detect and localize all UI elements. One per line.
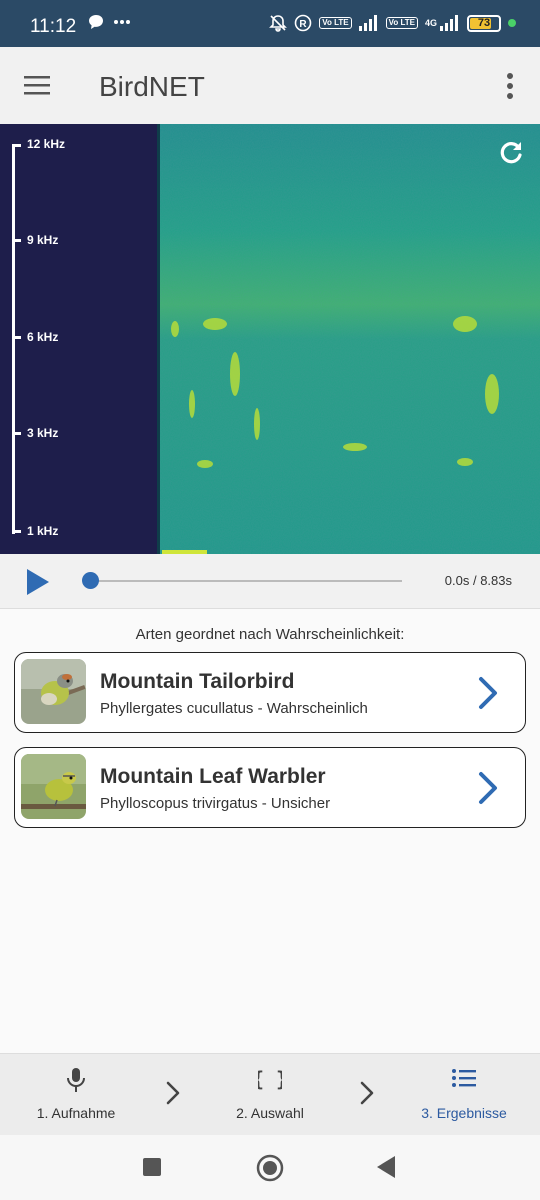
recents-square-icon[interactable]	[142, 1157, 162, 1177]
freq-label-12khz: 12 kHz	[27, 137, 66, 151]
svg-text:R: R	[300, 19, 308, 30]
4g-icon: 4G	[424, 18, 437, 28]
seek-knob[interactable]	[82, 572, 99, 589]
common-name: Mountain Leaf Warbler	[100, 765, 326, 788]
app-bar: BirdNET	[0, 47, 540, 124]
nav-step-auswahl[interactable]: { } 2. Auswahl	[210, 1054, 330, 1136]
chevron-right-icon	[166, 1081, 180, 1105]
frequency-axis: 12 kHz 9 kHz 6 kHz 3 kHz 1 kHz	[0, 124, 157, 554]
spectrogram-image	[157, 124, 540, 554]
chevron-right-icon	[360, 1081, 374, 1105]
bottom-step-nav: 1. Aufnahme { } 2. Auswahl 3. Ergebnisse	[0, 1053, 540, 1135]
app-title: BirdNET	[99, 71, 205, 102]
scientific-name-confidence: Phyllergates cucullatus - Wahrscheinlich	[100, 700, 368, 717]
axis-tick	[12, 239, 21, 242]
battery-level: 73	[477, 17, 491, 29]
seek-track[interactable]	[90, 580, 402, 582]
playback-time: 0.0s / 8.83s	[444, 573, 512, 588]
overflow-menu-icon[interactable]	[500, 71, 520, 101]
volte-icon: Vo LTE	[319, 17, 352, 29]
nav-step-label: 3. Ergebnisse	[421, 1105, 507, 1121]
hamburger-menu-icon[interactable]	[22, 73, 52, 97]
bird-thumbnail	[21, 659, 86, 724]
nav-step-ergebnisse[interactable]: 3. Ergebnisse	[405, 1054, 523, 1136]
status-bar: 11:12 R Vo LTE Vo LTE 4G 73	[0, 0, 540, 47]
privacy-indicator-dot	[508, 19, 516, 27]
result-card-mountain-leaf-warbler[interactable]: Mountain Leaf Warbler Phylloscopus trivi…	[14, 747, 526, 828]
back-triangle-icon[interactable]	[376, 1155, 396, 1179]
axis-line	[12, 144, 15, 534]
svg-text:{ }: { }	[258, 1067, 282, 1091]
chevron-right-icon	[479, 677, 497, 709]
home-circle-icon[interactable]	[256, 1154, 284, 1182]
signal-icon	[358, 15, 377, 31]
chevron-right-icon	[479, 772, 497, 804]
play-icon[interactable]	[26, 568, 50, 596]
microphone-icon	[67, 1068, 85, 1092]
system-nav-bar	[0, 1135, 540, 1200]
volte-icon-2: Vo LTE	[385, 17, 418, 29]
nav-step-label: 2. Auswahl	[236, 1105, 304, 1121]
freq-label-9khz: 9 kHz	[27, 233, 59, 247]
spectrogram-panel[interactable]: 12 kHz 9 kHz 6 kHz 3 kHz 1 kHz	[0, 124, 540, 554]
nav-step-label: 1. Aufnahme	[36, 1105, 116, 1121]
status-time: 11:12	[30, 16, 77, 37]
axis-tick	[12, 144, 21, 147]
chat-bubble-icon	[89, 15, 103, 29]
freq-label-6khz: 6 kHz	[27, 330, 59, 344]
mute-bell-icon	[269, 15, 288, 32]
common-name: Mountain Tailorbird	[100, 670, 295, 693]
axis-tick	[12, 530, 21, 533]
results-section: Arten geordnet nach Wahrscheinlichkeit: …	[0, 609, 540, 1053]
nav-step-aufnahme[interactable]: 1. Aufnahme	[15, 1054, 137, 1136]
battery-icon: 73	[467, 14, 501, 32]
axis-tick	[12, 432, 21, 435]
scientific-name-confidence: Phylloscopus trivirgatus - Unsicher	[100, 795, 331, 812]
results-heading: Arten geordnet nach Wahrscheinlichkeit:	[135, 626, 405, 643]
axis-tick	[12, 336, 21, 339]
list-icon	[452, 1069, 476, 1087]
freq-label-3khz: 3 kHz	[27, 426, 59, 440]
more-dots-icon	[114, 20, 130, 24]
signal-icon-2	[440, 15, 458, 31]
bird-thumbnail	[21, 754, 86, 819]
braces-icon: { }	[258, 1067, 282, 1091]
registered-icon: R	[294, 14, 312, 32]
audio-player: 0.0s / 8.83s	[0, 554, 540, 609]
freq-label-1khz: 1 kHz	[27, 524, 59, 538]
refresh-icon[interactable]	[498, 140, 524, 166]
result-card-mountain-tailorbird[interactable]: Mountain Tailorbird Phyllergates cuculla…	[14, 652, 526, 733]
